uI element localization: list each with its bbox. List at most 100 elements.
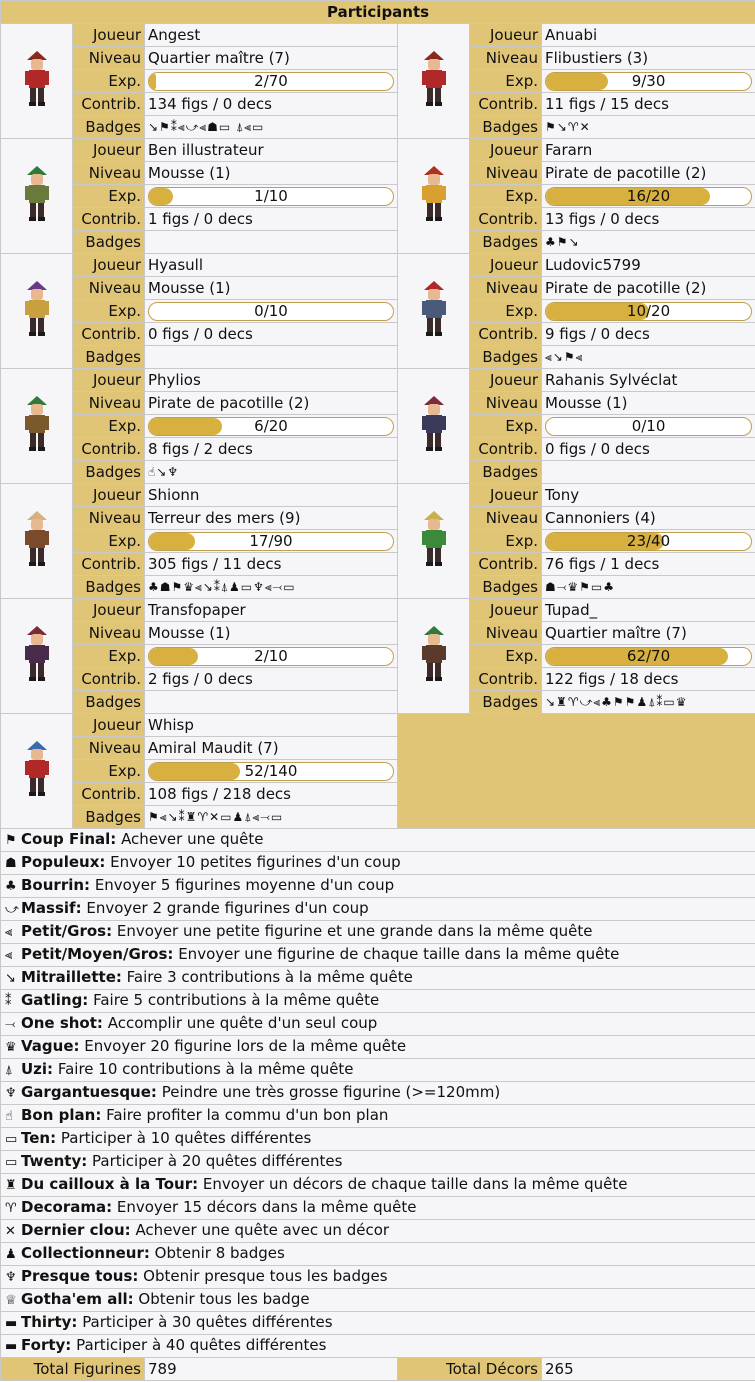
decorama-icon: ♈	[5, 1201, 17, 1216]
player-avatar	[0, 23, 73, 139]
player-contrib: 8 figs / 2 decs	[144, 437, 398, 461]
label-joueur: Joueur	[72, 483, 145, 507]
label-contrib: Contrib.	[72, 92, 145, 116]
exp-progress-text: 52/140	[244, 761, 298, 780]
label-badges: Badges	[72, 805, 145, 829]
legend-row: ⚑ Coup Final: Achever une quête	[0, 828, 755, 852]
label-niveau: Niveau	[72, 736, 145, 760]
exp-progress-text: 17/90	[249, 531, 293, 550]
player-name[interactable]: Ben illustrateur	[144, 138, 398, 162]
legend-item: ↘ Mitraillette: Faire 3 contributions à l…	[0, 966, 755, 990]
player-badges	[540, 460, 755, 484]
player-exp: 2/10	[144, 644, 398, 668]
mitraillette-icon: ↘	[5, 971, 16, 986]
player-contrib: 108 figs / 218 decs	[144, 782, 398, 806]
exp-progress-text: 1/10	[254, 186, 288, 205]
crown-icon: ♕	[5, 1293, 17, 1308]
player-name[interactable]: Ludovic5799	[540, 253, 755, 277]
player-level: Pirate de pacotille (2)	[540, 276, 755, 300]
exp-progress-bar: 23/40	[545, 531, 753, 551]
exp-progress-bar: 0/10	[545, 416, 753, 436]
player-name[interactable]: Anuabi	[540, 23, 755, 47]
player-name[interactable]: Fararn	[540, 138, 755, 162]
legend-row: ☗ Populeux: Envoyer 10 petites figurines …	[0, 851, 755, 875]
player-contrib: 9 figs / 0 decs	[540, 322, 755, 346]
label-badges: Badges	[72, 115, 145, 139]
legend-item: ☗ Populeux: Envoyer 10 petites figurines …	[0, 851, 755, 875]
badge-name: Ten:	[21, 1129, 57, 1147]
player-name[interactable]: Tony	[540, 483, 755, 507]
player-row: Badges ↘⚑⁑⫷⤻⫷☗▭ ⍋⫷▭ Badges ⚑↘♈✕	[1, 115, 755, 139]
badge-desc: Achever une quête	[121, 830, 264, 848]
legend-row: ⍋ Uzi: Faire 10 contributions à la même q…	[0, 1058, 755, 1082]
legend-row: ♆ Gargantuesque: Peindre une très grosse …	[0, 1081, 755, 1105]
battery-forty-icon: ▬	[5, 1339, 18, 1354]
battery-thirty-icon: ▬	[5, 1316, 18, 1331]
badge-name: Twenty:	[21, 1152, 88, 1170]
badge-desc: Participer à 40 quêtes différentes	[76, 1336, 327, 1354]
player-avatar	[397, 23, 470, 139]
label-joueur: Joueur	[72, 713, 145, 737]
player-exp: 1/10	[144, 184, 398, 208]
player-contrib: 122 figs / 18 decs	[540, 667, 755, 691]
exp-progress-text: 2/10	[254, 646, 288, 665]
pirate-avatar-icon	[22, 281, 52, 342]
legend-item: ⫷ Petit/Moyen/Gros: Envoyer une figurine …	[0, 943, 755, 967]
player-name[interactable]: Shionn	[144, 483, 398, 507]
legend-item: ✕ Dernier clou: Achever une quête avec un…	[0, 1219, 755, 1243]
player-name[interactable]: Phylios	[144, 368, 398, 392]
badge-name: Decorama:	[21, 1198, 113, 1216]
label-exp: Exp.	[72, 184, 145, 208]
badge-name: Collectionneur:	[21, 1244, 150, 1262]
badge-desc: Envoyer une petite figurine et une grand…	[116, 922, 593, 940]
medium-figures-icon: ♣	[5, 879, 17, 894]
player-level: Mousse (1)	[540, 391, 755, 415]
legend-row: ♣ Bourrin: Envoyer 5 figurines moyenne d'…	[0, 874, 755, 898]
large-figures-icon: ⤻	[5, 902, 19, 917]
label-badges: Badges	[72, 230, 145, 254]
player-exp: 6/20	[144, 414, 398, 438]
label-badges: Badges	[469, 690, 542, 714]
player-name[interactable]: Hyasull	[144, 253, 398, 277]
label-niveau: Niveau	[72, 276, 145, 300]
legend-item: ♕ Gotha'em all: Obtenir tous les badge	[0, 1288, 755, 1312]
badge-desc: Envoyer un décors de chaque taille dans …	[202, 1175, 628, 1193]
player-row: Exp. 6/20 Exp. 0/10	[1, 414, 755, 438]
total-figurines-label: Total Figurines	[0, 1357, 145, 1381]
player-avatar	[397, 138, 470, 254]
player-name[interactable]: Rahanis Sylvéclat	[540, 368, 755, 392]
player-name[interactable]: Whisp	[144, 713, 398, 737]
badge-name: One shot:	[21, 1014, 103, 1032]
exp-progress-bar: 16/20	[545, 186, 753, 206]
exp-progress-bar: 1/10	[148, 186, 394, 206]
badge-name: Coup Final:	[21, 830, 117, 848]
player-exp: 62/70	[540, 644, 755, 668]
label-exp: Exp.	[469, 299, 542, 323]
legend-item: ♈ Decorama: Envoyer 15 décors dans la mêm…	[0, 1196, 755, 1220]
player-name[interactable]: Angest	[144, 23, 398, 47]
legend-item: ▭ Ten: Participer à 10 quêtes différentes	[0, 1127, 755, 1151]
player-name[interactable]: Tupad_	[540, 598, 755, 622]
player-row: Niveau Mousse (1) Niveau Quartier maître (7…	[1, 621, 755, 645]
badge-desc: Obtenir 8 badges	[154, 1244, 285, 1262]
legend-item: ☝ Bon plan: Faire profiter la commu d'un …	[0, 1104, 755, 1128]
badge-desc: Obtenir tous les badge	[138, 1290, 310, 1308]
almost-all-icon: ♆	[5, 1270, 17, 1285]
small-large-icon: ⫷	[5, 925, 13, 940]
player-name[interactable]: Transfopaper	[144, 598, 398, 622]
legend-row: ⤻ Massif: Envoyer 2 grande figurines d'un…	[0, 897, 755, 921]
label-contrib: Contrib.	[72, 667, 145, 691]
badge-name: Mitraillette:	[21, 968, 122, 986]
label-contrib: Contrib.	[469, 92, 542, 116]
player-badges: ♣☗⚑♛⫷↘⁑⍋♟▭♆⫷⤙▭	[144, 575, 398, 599]
pirate-avatar-icon	[22, 396, 52, 457]
collector-icon: ♟	[5, 1247, 17, 1262]
legend-item: ♟ Collectionneur: Obtenir 8 badges	[0, 1242, 755, 1266]
uzi-icon: ⍋	[5, 1063, 13, 1078]
player-avatar	[0, 483, 73, 599]
label-joueur: Joueur	[469, 253, 542, 277]
player-row: Badges Badges ⫷↘⚑⫷	[1, 345, 755, 369]
player-row: Badges Badges ♣⚑↘	[1, 230, 755, 254]
player-row: Niveau Mousse (1) Niveau Pirate de pacotill…	[1, 161, 755, 185]
label-niveau: Niveau	[469, 46, 542, 70]
